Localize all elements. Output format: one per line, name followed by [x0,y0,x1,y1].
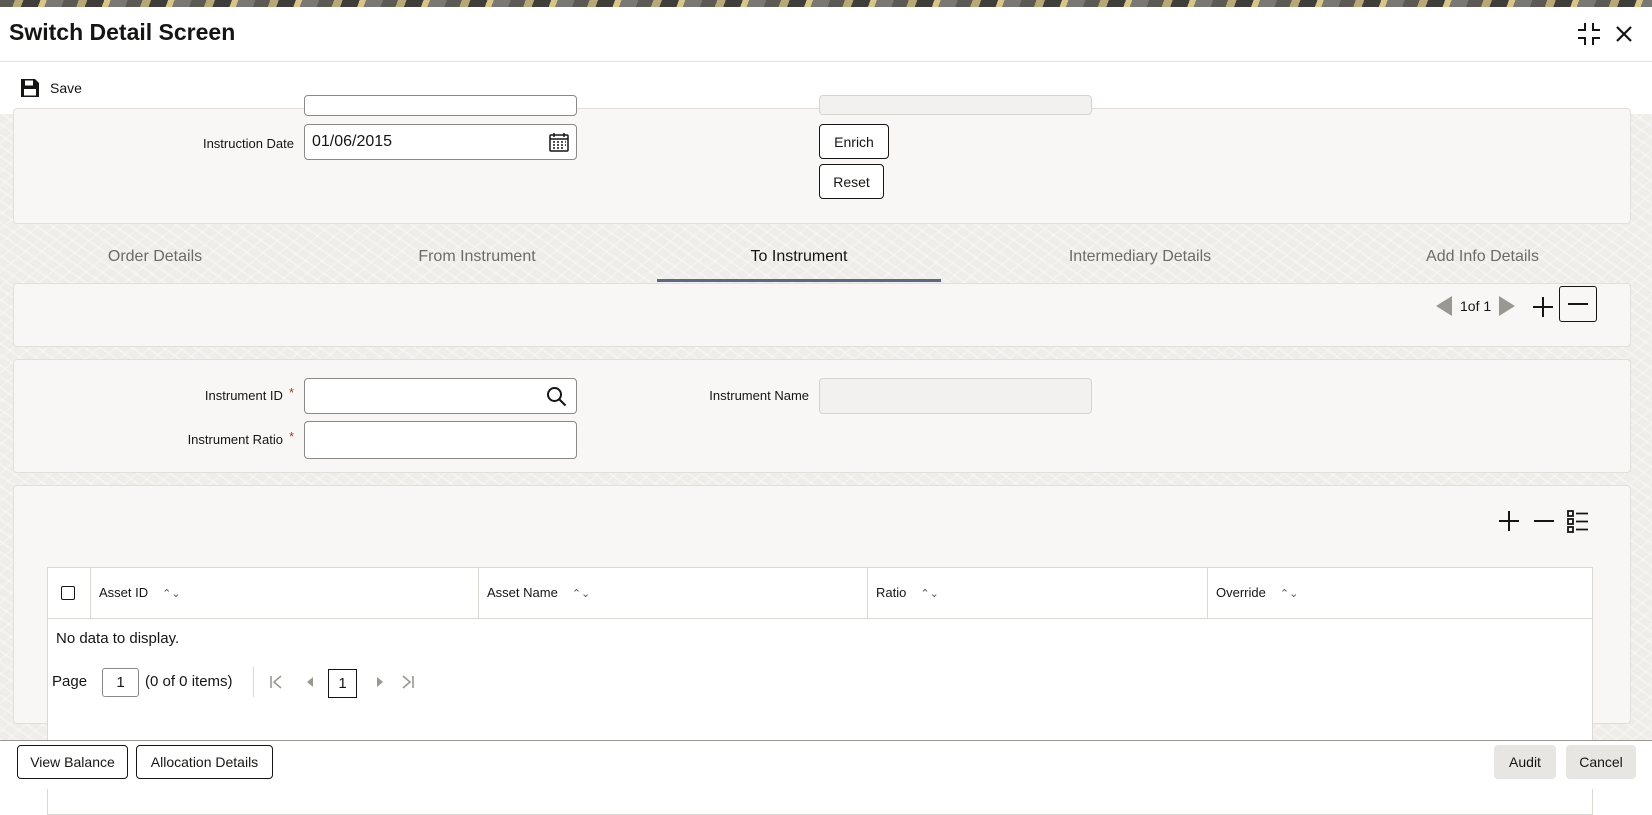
column-header-ratio[interactable]: Ratio ⌃⌄ [868,568,1208,618]
column-header-asset-id[interactable]: Asset ID ⌃⌄ [91,568,479,618]
audit-button[interactable]: Audit [1494,745,1556,779]
save-icon [21,79,39,97]
select-all-cell [48,568,91,618]
previous-page-icon[interactable] [302,674,318,690]
search-icon[interactable] [546,386,567,407]
instrument-id-label: Instrument ID * [204,385,294,403]
page-title: Switch Detail Screen [9,19,236,45]
view-balance-button[interactable]: View Balance [17,745,128,779]
instrument-id-input[interactable] [304,378,577,414]
instruction-date-label: Instruction Date [202,136,294,151]
instrument-form-panel: Instrument ID * Instrument Name Instrumen… [13,359,1631,473]
instrument-ratio-input[interactable] [304,421,577,459]
add-row-icon[interactable] [1497,509,1521,533]
empty-table-message: No data to display. [56,630,180,647]
table-header-row: Asset ID ⌃⌄ Asset Name ⌃⌄ Ratio ⌃⌄ Override… [48,568,1592,619]
instruction-date-value: 01/06/2015 [312,133,393,150]
next-page-icon[interactable] [372,674,388,690]
record-count: 1of 1 [1460,298,1492,314]
prior-readonly-field [819,95,1092,115]
last-page-icon[interactable] [400,674,416,690]
cancel-button[interactable]: Cancel [1566,745,1636,779]
current-page-button[interactable]: 1 [328,669,357,698]
delete-row-icon[interactable] [1532,509,1556,533]
enrich-button[interactable]: Enrich [819,124,889,159]
active-tab-indicator [657,279,941,282]
pagination-bar: Page 1 (0 of 0 items) 1 [48,663,1592,703]
sort-icon[interactable]: ⌃⌄ [162,588,180,600]
top-banner-strip [0,0,1652,7]
first-page-icon[interactable] [268,674,284,690]
sort-icon[interactable]: ⌃⌄ [920,588,938,600]
column-header-asset-name[interactable]: Asset Name ⌃⌄ [479,568,868,618]
pager-divider [253,667,254,697]
delete-record-button[interactable] [1559,286,1597,322]
allocation-details-button[interactable]: Allocation Details [136,745,273,779]
header-form-panel: Instruction Date 01/06/2015 Enrich Reset [13,95,1631,224]
add-record-icon[interactable] [1531,295,1555,319]
page-label: Page [52,673,88,690]
title-bar: Switch Detail Screen [0,7,1652,62]
save-label: Save [50,80,82,96]
reset-button[interactable]: Reset [819,164,884,199]
calendar-icon[interactable] [548,131,570,153]
tab-order-details[interactable]: Order Details [60,242,250,272]
close-icon[interactable] [1611,21,1637,47]
footer-bar: View Balance Allocation Details Audit Ca… [0,740,1652,789]
sort-icon[interactable]: ⌃⌄ [1280,588,1298,600]
column-header-override[interactable]: Override ⌃⌄ [1208,568,1592,618]
record-nav-panel: 1of 1 [13,283,1631,347]
save-button[interactable]: Save [20,74,82,102]
select-all-checkbox[interactable] [61,586,75,600]
page-number-input[interactable]: 1 [102,668,139,697]
instrument-name-field [819,378,1092,414]
sort-icon[interactable]: ⌃⌄ [572,588,590,600]
minus-icon [1568,303,1588,305]
instruction-date-input[interactable]: 01/06/2015 [304,124,577,160]
column-list-icon[interactable] [1566,509,1590,533]
previous-record-icon[interactable] [1434,295,1454,317]
tab-intermediary-details[interactable]: Intermediary Details [1040,242,1240,272]
instrument-name-label: Instrument Name [709,388,809,403]
prior-field[interactable] [304,95,577,116]
maximize-icon[interactable] [1576,21,1602,47]
tab-add-info-details[interactable]: Add Info Details [1395,242,1570,272]
tab-from-instrument[interactable]: From Instrument [367,242,587,272]
content-area: Instruction Date 01/06/2015 Enrich Reset… [0,95,1652,815]
instrument-ratio-label: Instrument Ratio * [187,429,294,447]
tab-to-instrument[interactable]: To Instrument [657,242,941,272]
items-count: (0 of 0 items) [145,673,233,690]
next-record-icon[interactable] [1497,295,1517,317]
